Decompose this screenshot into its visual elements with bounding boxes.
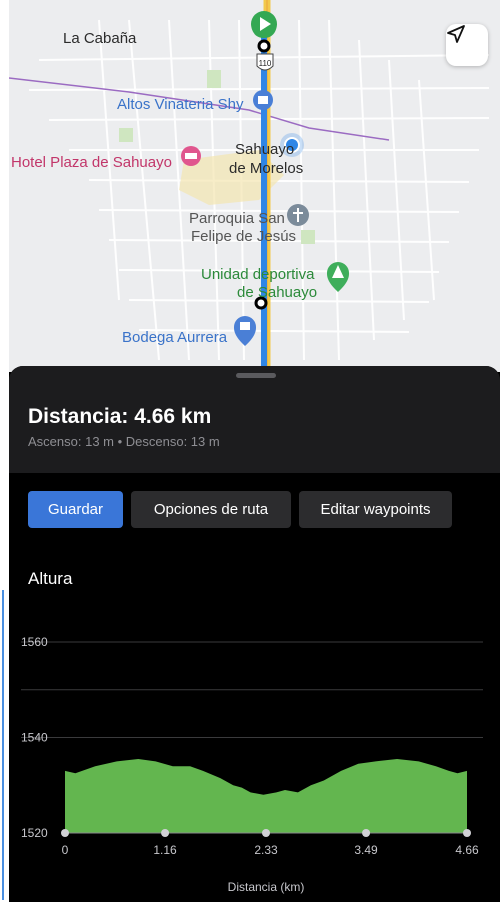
route-bottom-sheet: Distancia: 4.66 km Ascenso: 13 m • Desce…	[9, 366, 500, 902]
map-label-sahuayo-2[interactable]: de Morelos	[229, 160, 303, 178]
x-tick-label-3: 3.49	[354, 843, 378, 857]
map-label-bodega[interactable]: Bodega Aurrera	[122, 329, 227, 347]
elevation-summary: Ascenso: 13 m • Descenso: 13 m	[28, 434, 220, 449]
x-tick-dot-1	[161, 829, 170, 837]
elevation-area	[65, 759, 467, 833]
x-tick-dot-3	[362, 829, 371, 837]
map-label-la-cabana[interactable]: La Cabaña	[63, 30, 136, 48]
map-label-parroquia-2[interactable]: Felipe de Jesús	[191, 228, 296, 246]
x-tick-label-2: 2.33	[254, 843, 278, 857]
shop-pin-icon[interactable]	[253, 90, 273, 110]
save-button[interactable]: Guardar	[28, 491, 123, 528]
waypoint-start-dot[interactable]	[257, 39, 271, 53]
left-edge-strip	[0, 0, 9, 902]
map-label-unidad-1[interactable]: Unidad deportiva	[201, 266, 314, 284]
church-pin-icon[interactable]	[287, 204, 309, 226]
locate-button[interactable]	[446, 24, 488, 66]
map-view[interactable]: 110 La Cabaña Altos Vinateria Shy Hotel …	[9, 0, 500, 372]
shopping-pin-icon[interactable]	[234, 316, 256, 346]
y-tick-label-2: 1520	[21, 826, 48, 840]
x-tick-dot-4	[463, 829, 471, 837]
x-tick-label-4: 4.66	[455, 843, 479, 857]
x-tick-label-0: 0	[62, 843, 69, 857]
distance-title: Distancia: 4.66 km	[28, 405, 212, 428]
drag-handle[interactable]	[236, 373, 276, 378]
map-label-parroquia-1[interactable]: Parroquia San	[189, 210, 285, 228]
route-options-button[interactable]: Opciones de ruta	[131, 491, 291, 528]
y-tick-label-0: 1560	[21, 635, 48, 649]
x-tick-dot-2	[262, 829, 270, 837]
map-label-altos-vinateria[interactable]: Altos Vinateria Shy	[117, 96, 243, 114]
x-tick-dot-0	[61, 829, 69, 837]
park-pin-icon[interactable]	[327, 262, 349, 292]
map-label-sahuayo-1[interactable]: Sahuayo	[235, 141, 294, 159]
start-marker-icon[interactable]	[251, 11, 277, 38]
x-tick-label-1: 1.16	[153, 843, 177, 857]
edge-accent-line	[2, 590, 4, 900]
elevation-chart-title: Altura	[28, 569, 73, 588]
y-tick-label-1: 1540	[21, 731, 48, 745]
road-shield-label: 110	[259, 59, 272, 68]
map-label-hotel-plaza[interactable]: Hotel Plaza de Sahuayo	[11, 154, 172, 172]
hotel-pin-icon[interactable]	[181, 146, 201, 166]
x-axis-label: Distancia (km)	[228, 880, 305, 894]
map-label-unidad-2[interactable]: de Sahuayo	[237, 284, 317, 302]
elevation-chart[interactable]: 1560 1540 1520 0 1.16 2.33 3.49 4.66 Distancia (…	[9, 606, 500, 902]
edit-waypoints-button[interactable]: Editar waypoints	[299, 491, 452, 528]
map-canvas[interactable]: 110	[9, 0, 500, 372]
sheet-header: Distancia: 4.66 km Ascenso: 13 m • Desce…	[9, 366, 500, 473]
navigation-arrow-icon	[447, 25, 465, 43]
